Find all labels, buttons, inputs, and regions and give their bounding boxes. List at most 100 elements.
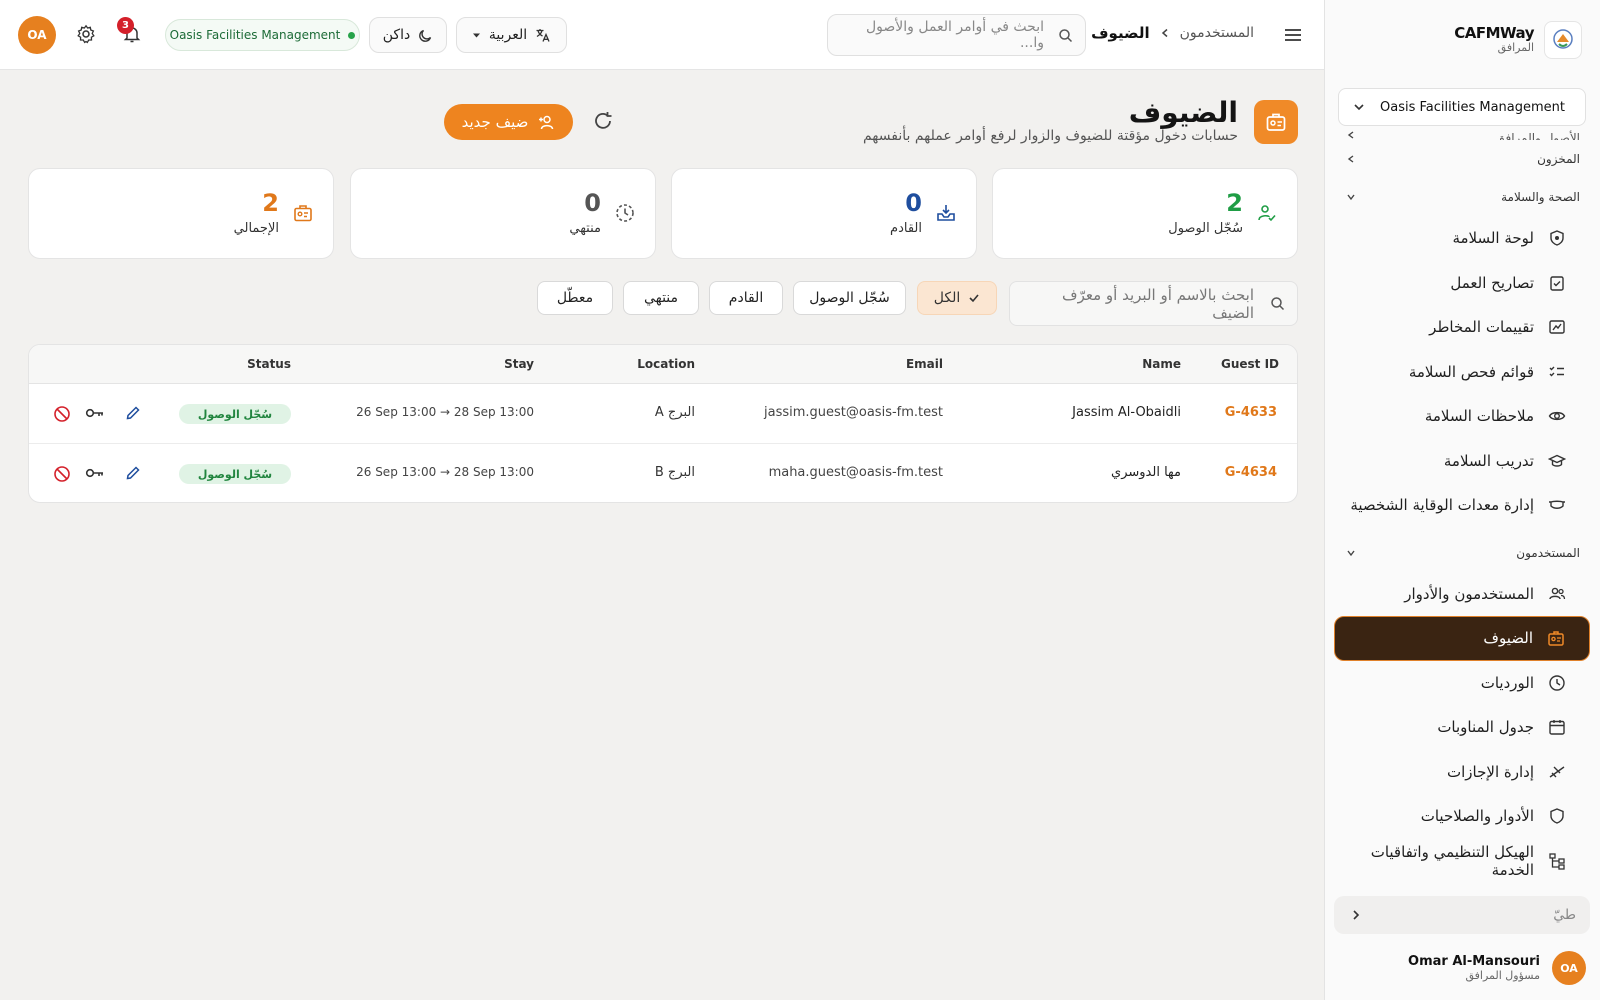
- table-row[interactable]: G-4634 مها الدوسري maha.guest@oasis-fm.t…: [29, 444, 1297, 502]
- breadcrumb-current: الضيوف: [1091, 24, 1150, 42]
- block-icon[interactable]: [53, 465, 71, 483]
- sidebar-user-profile[interactable]: OA Omar Al-Mansouri مسؤول المرافق: [1338, 946, 1586, 990]
- breadcrumb-parent[interactable]: المستخدمون: [1180, 25, 1254, 41]
- guest-badge-icon: [293, 203, 313, 223]
- sidebar-item-label: إدارة معدات الوقاية الشخصية: [1350, 496, 1534, 515]
- stat-card-total: 2 الإجمالي: [28, 168, 334, 259]
- checklist-icon: [1546, 363, 1568, 381]
- filter-chip-label: منتهي: [643, 290, 679, 306]
- check-icon: [968, 292, 980, 304]
- brand-logo-icon: [1544, 21, 1582, 59]
- hamburger-menu-icon[interactable]: [1282, 24, 1304, 46]
- table-row[interactable]: G-4633 Jassim Al-Obaidli jassim.guest@oa…: [29, 384, 1297, 444]
- brand[interactable]: CAFMWay المرافق: [1454, 20, 1582, 60]
- column-header-guest-id[interactable]: Guest ID: [1221, 357, 1279, 371]
- plane-icon: [1546, 763, 1568, 781]
- stat-value: 0: [905, 189, 922, 217]
- language-select[interactable]: العربية: [456, 17, 567, 53]
- shield-icon: [1546, 807, 1568, 825]
- gear-icon[interactable]: [76, 24, 96, 44]
- nav-group-users[interactable]: المستخدمون: [1324, 534, 1600, 572]
- guest-id-link[interactable]: G-4634: [1225, 465, 1277, 480]
- sidebar-item-safety-observations[interactable]: ملاحظات السلامة: [1334, 394, 1590, 439]
- filter-chip-expired[interactable]: منتهي: [623, 281, 699, 315]
- guest-location: البرج A: [654, 405, 695, 420]
- filter-chip-disabled[interactable]: معطّل: [537, 281, 613, 315]
- sidebar-item-roles-permissions[interactable]: الأدوار والصلاحيات: [1334, 794, 1590, 839]
- organization-select-label: Oasis Facilities Management: [1380, 99, 1565, 115]
- guest-search-input[interactable]: ابحث بالاسم أو البريد أو معرّف الضيف: [1009, 281, 1298, 326]
- chevron-left-icon: [1160, 28, 1170, 38]
- column-header-stay[interactable]: Stay: [504, 357, 534, 371]
- stat-card-upcoming: 0 القادم: [671, 168, 977, 259]
- column-header-location[interactable]: Location: [637, 357, 695, 371]
- user-avatar-button[interactable]: OA: [18, 16, 56, 54]
- stat-card-expired: 0 منتهي: [350, 168, 656, 259]
- moon-icon: [418, 28, 433, 43]
- sidebar-item-users-roles[interactable]: المستخدمون والأدوار: [1334, 572, 1590, 617]
- pencil-icon[interactable]: [125, 465, 141, 481]
- sidebar-item-safety-dashboard[interactable]: لوحة السلامة: [1334, 216, 1590, 261]
- guest-name: مها الدوسري: [1111, 465, 1181, 480]
- nav-group-assets[interactable]: الأصول والمرافق: [1324, 128, 1600, 140]
- new-guest-button[interactable]: ضيف جديد: [444, 104, 573, 140]
- guest-id-link[interactable]: G-4633: [1225, 405, 1277, 420]
- refresh-icon[interactable]: [592, 110, 614, 132]
- theme-toggle[interactable]: داكن: [369, 17, 447, 53]
- sidebar-item-label: ملاحظات السلامة: [1424, 407, 1534, 426]
- language-label: العربية: [488, 27, 528, 43]
- stat-value: 2: [1226, 189, 1243, 217]
- global-search-input[interactable]: ابحث في أوامر العمل والأصول وا...: [827, 14, 1086, 56]
- nav-group-inventory[interactable]: المخزون: [1324, 140, 1600, 178]
- user-name: Omar Al-Mansouri: [1408, 953, 1540, 969]
- sidebar-collapse-button[interactable]: طيّ: [1334, 896, 1590, 934]
- sidebar-item-risk-assessments[interactable]: تقييمات المخاطر: [1334, 305, 1590, 350]
- sidebar-nav[interactable]: الأصول والمرافق المخزون الصحة والسلامة ل…: [1324, 128, 1600, 892]
- mask-icon: [1546, 496, 1568, 514]
- pencil-icon[interactable]: [125, 405, 141, 421]
- sidebar-item-label: الضيوف: [1483, 629, 1533, 648]
- chevron-down-icon: [1353, 101, 1365, 113]
- sidebar-item-roster[interactable]: جدول المناوبات: [1334, 705, 1590, 750]
- user-role: مسؤول المرافق: [1465, 968, 1540, 982]
- filter-chip-checked-in[interactable]: سُجّل الوصول: [793, 281, 906, 315]
- sidebar-item-work-permits[interactable]: تصاريح العمل: [1334, 261, 1590, 306]
- stat-card-checked-in: 2 سُجّل الوصول: [992, 168, 1298, 259]
- search-icon: [1270, 296, 1285, 311]
- sidebar-item-shifts[interactable]: الورديات: [1334, 661, 1590, 706]
- guest-stay: 26 Sep 13:00 → 28 Sep 13:00: [356, 405, 534, 419]
- sidebar-item-label: تقييمات المخاطر: [1429, 318, 1534, 337]
- key-icon[interactable]: [85, 405, 105, 421]
- stat-value: 0: [584, 189, 601, 217]
- sidebar-item-safety-training[interactable]: تدريب السلامة: [1334, 439, 1590, 484]
- organization-badge[interactable]: Oasis Facilities Management: [165, 19, 360, 51]
- sidebar-item-safety-checklists[interactable]: قوائم فحص السلامة: [1334, 350, 1590, 395]
- shield-star-icon: [1546, 229, 1568, 247]
- users-icon: [1546, 585, 1568, 603]
- stat-label: منتهي: [569, 221, 601, 236]
- column-header-name[interactable]: Name: [1142, 357, 1181, 371]
- guest-name: Jassim Al-Obaidli: [1072, 405, 1181, 420]
- brand-name: CAFMWay: [1454, 24, 1534, 42]
- guest-location: البرج B: [654, 465, 695, 480]
- column-header-email[interactable]: Email: [906, 357, 943, 371]
- filter-chip-label: معطّل: [556, 290, 594, 306]
- sidebar-item-label: الأدوار والصلاحيات: [1420, 807, 1534, 826]
- nav-group-safety[interactable]: الصحة والسلامة: [1324, 178, 1600, 216]
- org-chart-icon: [1546, 852, 1568, 870]
- key-icon[interactable]: [85, 465, 105, 481]
- guest-badge-icon: [1254, 100, 1298, 144]
- organization-select[interactable]: Oasis Facilities Management: [1338, 88, 1586, 126]
- block-icon[interactable]: [53, 405, 71, 423]
- stat-label: القادم: [890, 221, 922, 236]
- column-header-status[interactable]: Status: [247, 357, 291, 371]
- status-dot-icon: [348, 31, 356, 39]
- global-search-placeholder: ابحث في أوامر العمل والأصول وا...: [865, 19, 1044, 51]
- filter-chip-upcoming[interactable]: القادم: [709, 281, 783, 315]
- sidebar-item-leave-management[interactable]: إدارة الإجازات: [1334, 750, 1590, 795]
- sidebar-item-org-structure[interactable]: الهيكل التنظيمي واتفاقيات الخدمة: [1334, 839, 1590, 884]
- filter-chip-all[interactable]: الكل: [917, 281, 997, 315]
- sidebar-item-ppe-management[interactable]: إدارة معدات الوقاية الشخصية: [1334, 483, 1590, 528]
- sidebar-item-guests[interactable]: الضيوف: [1334, 616, 1590, 661]
- avatar: OA: [1552, 951, 1586, 985]
